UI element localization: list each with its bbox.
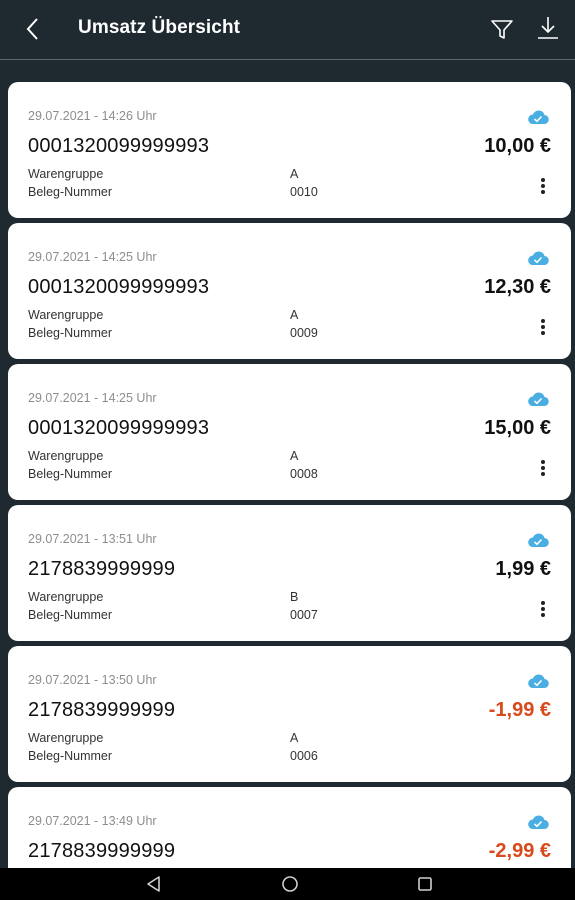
nav-home-circle-icon[interactable] xyxy=(281,875,299,893)
receipt-number-label: Beleg-Nummer xyxy=(28,185,113,199)
cloud-check-icon xyxy=(528,674,549,689)
more-options-icon[interactable] xyxy=(539,319,547,339)
filter-icon[interactable] xyxy=(489,16,515,42)
product-group-value: B xyxy=(290,590,299,604)
receipt-number-value: 0006 xyxy=(290,749,318,763)
product-group-label: Warengruppe xyxy=(28,449,104,463)
transaction-card[interactable]: 29.07.2021 - 14:25 Uhr 0001320099999993 … xyxy=(8,223,571,359)
transaction-timestamp: 29.07.2021 - 14:25 Uhr xyxy=(28,250,157,264)
receipt-number-label: Beleg-Nummer xyxy=(28,467,113,481)
transaction-card[interactable]: 29.07.2021 - 14:25 Uhr 0001320099999993 … xyxy=(8,364,571,500)
product-group-value: A xyxy=(290,731,299,745)
transaction-card[interactable]: 29.07.2021 - 13:51 Uhr 2178839999999 1,9… xyxy=(8,505,571,641)
receipt-number-value: 0010 xyxy=(290,185,318,199)
transaction-amount: 10,00 € xyxy=(484,135,551,157)
transaction-number: 0001320099999993 xyxy=(28,417,210,439)
system-navigation-bar xyxy=(0,868,575,900)
transaction-number: 0001320099999993 xyxy=(28,135,210,157)
receipt-number-value: 0008 xyxy=(290,467,318,481)
transaction-amount: -2,99 € xyxy=(488,840,551,862)
more-options-icon[interactable] xyxy=(539,460,547,480)
cloud-check-icon xyxy=(528,110,549,125)
receipt-number-value: 0007 xyxy=(290,608,318,622)
transaction-number: 0001320099999993 xyxy=(28,276,210,298)
product-group-label: Warengruppe xyxy=(28,731,104,745)
product-group-value: A xyxy=(290,449,299,463)
nav-back-triangle-icon[interactable] xyxy=(145,875,163,893)
back-arrow-icon[interactable] xyxy=(18,14,48,44)
product-group-value: A xyxy=(290,167,299,181)
transaction-timestamp: 29.07.2021 - 14:25 Uhr xyxy=(28,391,157,405)
product-group-label: Warengruppe xyxy=(28,167,104,181)
nav-recents-square-icon[interactable] xyxy=(416,875,434,893)
cloud-check-icon xyxy=(528,392,549,407)
download-icon[interactable] xyxy=(535,14,561,42)
receipt-number-label: Beleg-Nummer xyxy=(28,749,113,763)
transaction-timestamp: 29.07.2021 - 13:51 Uhr xyxy=(28,532,157,546)
transaction-card[interactable]: 29.07.2021 - 13:50 Uhr 2178839999999 -1,… xyxy=(8,646,571,782)
receipt-number-label: Beleg-Nummer xyxy=(28,326,113,340)
more-options-icon[interactable] xyxy=(539,178,547,198)
transaction-amount: -1,99 € xyxy=(488,699,551,721)
transaction-timestamp: 29.07.2021 - 14:26 Uhr xyxy=(28,109,157,123)
transaction-timestamp: 29.07.2021 - 13:50 Uhr xyxy=(28,673,157,687)
receipt-number-label: Beleg-Nummer xyxy=(28,608,113,622)
receipt-number-value: 0009 xyxy=(290,326,318,340)
more-options-icon[interactable] xyxy=(539,601,547,621)
product-group-value: A xyxy=(290,308,299,322)
cloud-check-icon xyxy=(528,251,549,266)
product-group-label: Warengruppe xyxy=(28,590,104,604)
transaction-number: 2178839999999 xyxy=(28,558,176,580)
product-group-label: Warengruppe xyxy=(28,308,104,322)
app-bar: Umsatz Übersicht xyxy=(0,0,575,60)
cloud-check-icon xyxy=(528,815,549,830)
transaction-amount: 12,30 € xyxy=(484,276,551,298)
cloud-check-icon xyxy=(528,533,549,548)
transaction-list[interactable]: 29.07.2021 - 14:26 Uhr 0001320099999993 … xyxy=(0,60,575,868)
transaction-card[interactable]: 29.07.2021 - 14:26 Uhr 0001320099999993 … xyxy=(8,82,571,218)
transaction-card[interactable]: 29.07.2021 - 13:49 Uhr 2178839999999 -2,… xyxy=(8,787,571,868)
transaction-amount: 1,99 € xyxy=(495,558,551,580)
page-title: Umsatz Übersicht xyxy=(78,17,241,38)
transaction-timestamp: 29.07.2021 - 13:49 Uhr xyxy=(28,814,157,828)
transaction-number: 2178839999999 xyxy=(28,840,176,862)
transaction-number: 2178839999999 xyxy=(28,699,176,721)
transaction-amount: 15,00 € xyxy=(484,417,551,439)
